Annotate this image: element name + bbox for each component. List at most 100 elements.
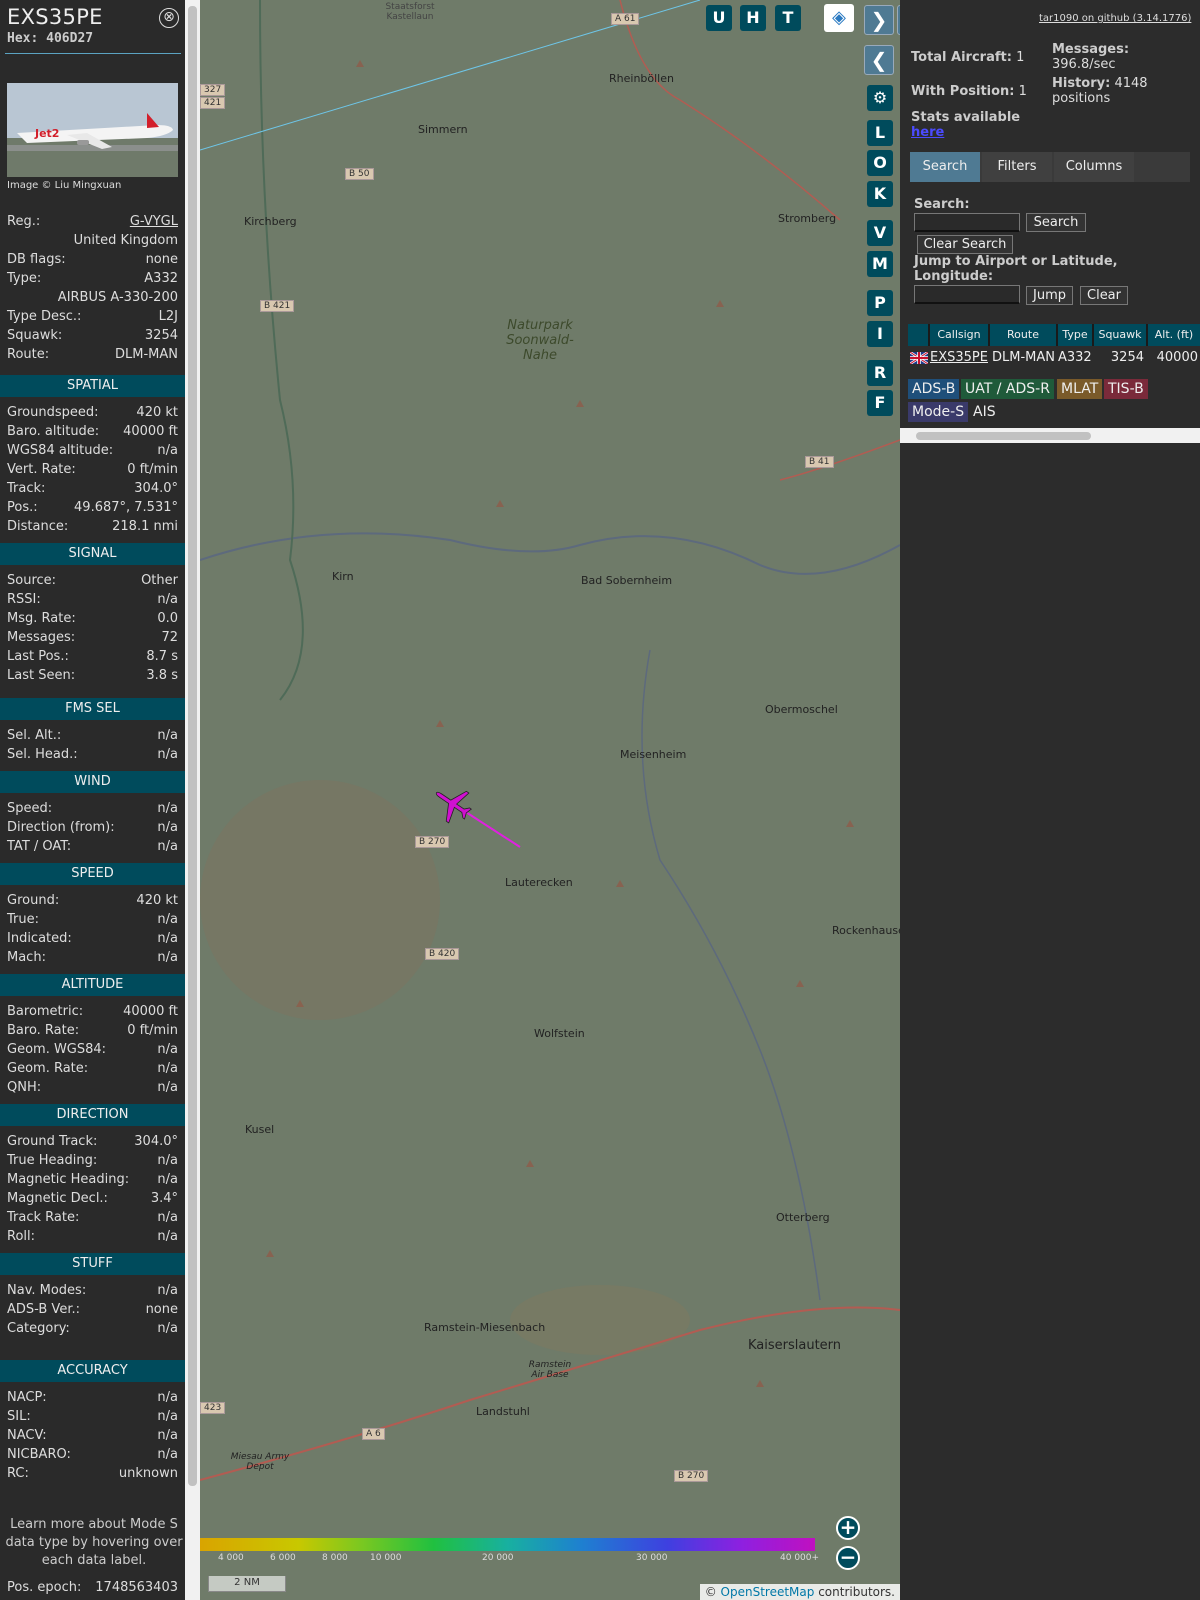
jump-label: Jump to Airport or Latitude, Longitude:	[914, 254, 1118, 284]
table-horizontal-scrollbar[interactable]	[900, 428, 1200, 443]
expand-right-icon[interactable]: ❯	[864, 5, 894, 35]
cell-altitude: 40000	[1156, 350, 1198, 365]
search-input[interactable]	[914, 213, 1020, 232]
source-ais-badge[interactable]: AIS	[969, 402, 1000, 422]
aircraft-marker[interactable]	[425, 780, 525, 850]
table-row[interactable]: EXS35PE DLM-MAN A332 3254 40000	[908, 348, 1200, 368]
attribution-prefix: ©	[704, 1585, 717, 1599]
info-label: Roll:	[7, 1229, 36, 1244]
altitude-tick: 40 000+	[780, 1553, 820, 1563]
layers-icon[interactable]: ◈	[824, 4, 854, 32]
scrollbar-thumb[interactable]	[916, 432, 1091, 440]
cell-type: A332	[1058, 350, 1092, 365]
info-label: Magnetic Decl.:	[7, 1191, 108, 1206]
info-label: Magnetic Heading:	[7, 1172, 130, 1187]
github-link[interactable]: tar1090 on github (3.14.1776)	[1039, 13, 1191, 24]
search-button[interactable]: Search	[1026, 213, 1086, 232]
stats-link[interactable]: here	[911, 125, 944, 140]
toggle-h-button[interactable]: H	[740, 5, 766, 31]
source-modes-badge[interactable]: Mode-S	[908, 402, 969, 422]
altitude-tick: 20 000	[482, 1553, 514, 1563]
tab-filters[interactable]: Filters	[982, 152, 1052, 182]
road-label: 421	[200, 97, 226, 109]
road-label: 327	[200, 84, 226, 96]
osm-link[interactable]: OpenStreetMap	[721, 1585, 815, 1599]
map-view[interactable]: Rheinböllen Simmern Kirchberg Stromberg …	[200, 0, 900, 1600]
place-label: Miesau Army Depot	[230, 1452, 290, 1472]
info-row: Track: 304.0°	[7, 481, 178, 499]
place-label: Wolfstein	[534, 1027, 585, 1040]
collapse-left-icon[interactable]: ❮	[864, 45, 894, 75]
toggle-o-button[interactable]: O	[867, 150, 893, 176]
toggle-m-button[interactable]: M	[867, 251, 893, 277]
sidebar-scrollbar[interactable]	[185, 0, 200, 1600]
info-value: n/a	[157, 1447, 178, 1462]
info-value: n/a	[157, 1153, 178, 1168]
source-uat-badge[interactable]: UAT / ADS-R	[961, 379, 1054, 399]
info-value: n/a	[157, 1210, 178, 1225]
table-header: Callsign Route Type Squawk Alt. (ft)	[908, 324, 1200, 346]
info-row: RC: unknown	[7, 1466, 178, 1484]
toggle-u-button[interactable]: U	[706, 5, 732, 31]
settings-gear-icon[interactable]: ⚙	[867, 85, 893, 111]
stats-label: Stats available	[911, 110, 1021, 125]
toggle-v-button[interactable]: V	[867, 220, 893, 246]
close-icon[interactable]: ⊗	[159, 8, 179, 28]
toggle-p-button[interactable]: P	[867, 290, 893, 316]
tab-search[interactable]: Search	[910, 152, 980, 182]
toggle-f-button[interactable]: F	[867, 390, 893, 416]
scrollbar-thumb[interactable]	[188, 6, 197, 1486]
column-header-flag[interactable]	[908, 324, 928, 346]
column-header[interactable]: Type	[1058, 324, 1092, 346]
info-row: Groundspeed: 420 kt	[7, 405, 178, 423]
altitude-tick: 30 000	[636, 1553, 668, 1563]
section-header-altitude: ALTITUDE	[0, 974, 185, 996]
section-header-stuff: STUFF	[0, 1253, 185, 1275]
map-attribution: © OpenStreetMap contributors.	[699, 1584, 900, 1600]
column-header[interactable]: Alt. (ft)	[1148, 324, 1200, 346]
jump-button[interactable]: Jump	[1026, 286, 1073, 305]
info-value: n/a	[157, 950, 178, 965]
info-row: Speed: n/a	[7, 801, 178, 819]
toggle-k-button[interactable]: K	[867, 181, 893, 207]
column-header[interactable]: Squawk	[1094, 324, 1146, 346]
info-row: Pos.: 49.687°, 7.531°	[7, 500, 178, 518]
info-value: 3.4°	[150, 1191, 178, 1206]
column-header[interactable]: Callsign	[930, 324, 988, 346]
info-value: 40000 ft	[123, 424, 178, 439]
clear-button[interactable]: Clear	[1080, 286, 1128, 305]
info-value: n/a	[157, 1321, 178, 1336]
place-label: Rheinböllen	[609, 72, 674, 85]
aircraft-photo[interactable]: Jet2	[7, 83, 178, 177]
info-label: Messages:	[7, 630, 76, 645]
clear-search-button[interactable]: Clear Search	[917, 235, 1013, 254]
info-value: n/a	[157, 839, 178, 854]
source-tisb-badge[interactable]: TIS-B	[1104, 379, 1148, 399]
jump-input[interactable]	[914, 285, 1020, 304]
info-row: TAT / OAT: n/a	[7, 839, 178, 857]
place-label: Stromberg	[778, 212, 837, 225]
source-adsb-badge[interactable]: ADS-B	[908, 379, 960, 399]
zoom-in-icon[interactable]: +	[836, 1516, 860, 1540]
toggle-i-button[interactable]: I	[867, 321, 893, 347]
tab-columns[interactable]: Columns	[1054, 152, 1134, 182]
source-mlat-badge[interactable]: MLAT	[1057, 379, 1103, 399]
info-value: n/a	[157, 801, 178, 816]
info-row: Nav. Modes: n/a	[7, 1283, 178, 1301]
section-header-fms: FMS SEL	[0, 698, 185, 720]
info-row: RSSI: n/a	[7, 592, 178, 610]
column-header[interactable]: Route	[990, 324, 1056, 346]
road-label: B 41	[805, 456, 834, 468]
info-value: 3.8 s	[146, 668, 178, 683]
info-row: Magnetic Decl.: 3.4°	[7, 1191, 178, 1209]
info-label: Ground:	[7, 893, 60, 908]
info-value: 72	[161, 630, 178, 645]
cell-callsign[interactable]: EXS35PE	[930, 350, 988, 365]
toggle-t-button[interactable]: T	[775, 5, 801, 31]
zoom-out-icon[interactable]: −	[836, 1546, 860, 1570]
help-note: Learn more about Mode S data type by hov…	[5, 1517, 183, 1568]
info-row: Barometric: 40000 ft	[7, 1004, 178, 1022]
road-label: 423	[200, 1402, 226, 1414]
toggle-r-button[interactable]: R	[867, 360, 893, 386]
toggle-l-button[interactable]: L	[867, 120, 893, 146]
